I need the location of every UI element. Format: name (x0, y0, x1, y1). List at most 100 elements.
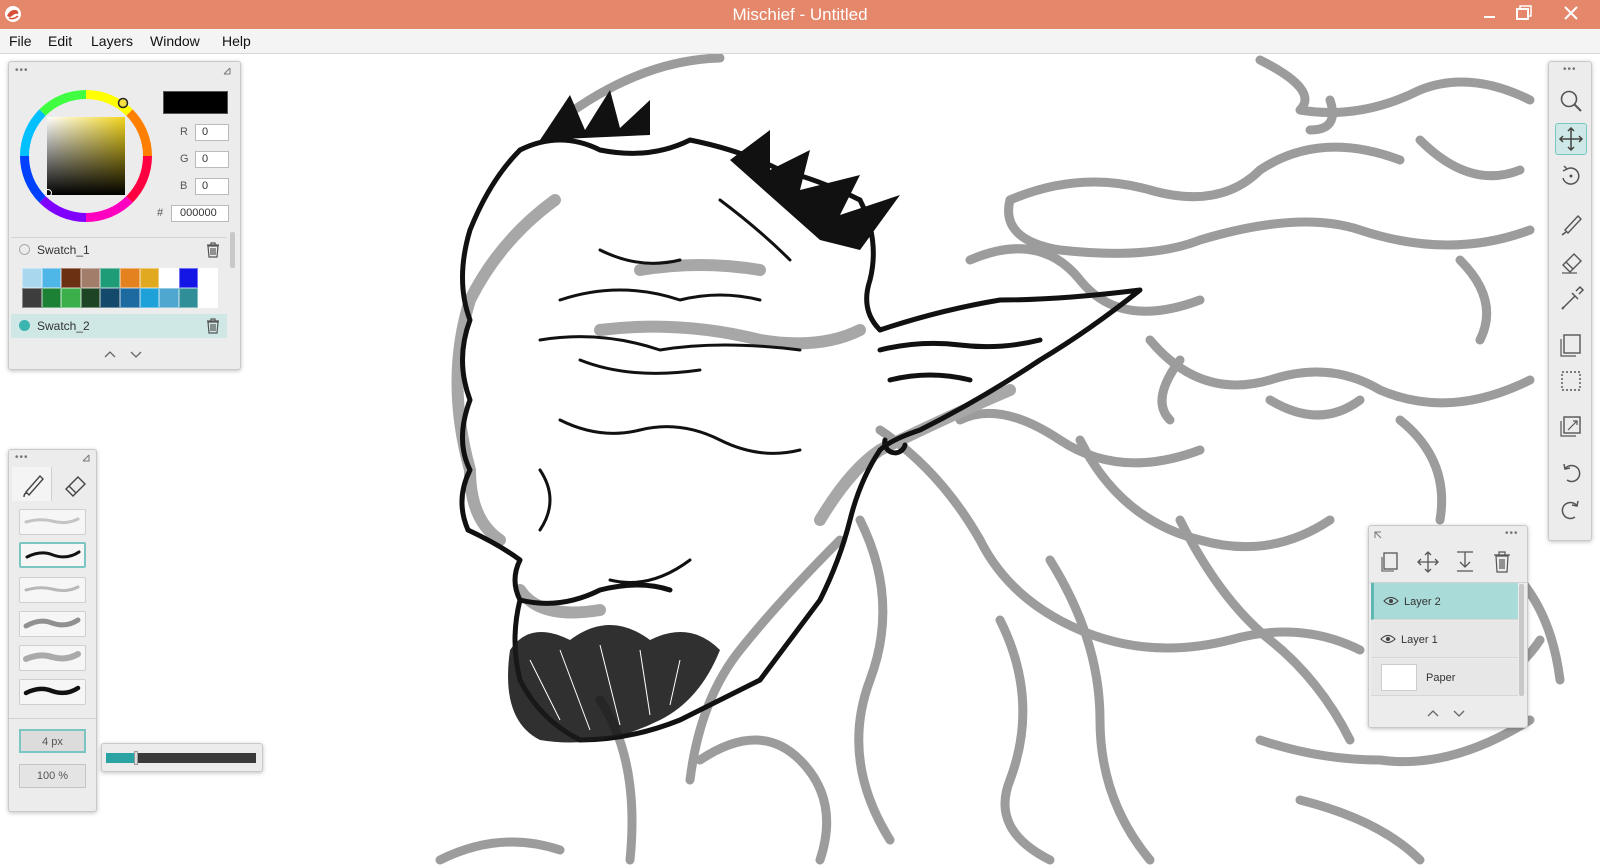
swatch-color[interactable] (22, 288, 42, 308)
eraser-icon (65, 476, 86, 497)
layer-row[interactable]: Layer 1 (1371, 621, 1518, 658)
tools-toolbar: ••• (1548, 61, 1592, 541)
swatch-color[interactable] (41, 288, 62, 308)
paper-layer-row[interactable]: Paper (1371, 659, 1518, 696)
close-icon (1564, 6, 1578, 20)
swatch-color[interactable] (41, 268, 62, 288)
layer-name: Layer 2 (1404, 596, 1441, 608)
panel-grip-icon[interactable]: ••• (1563, 65, 1577, 75)
eye-icon[interactable] (1383, 595, 1399, 607)
menu-edit[interactable]: Edit (48, 33, 72, 49)
swatch-set-row[interactable]: Swatch_2 (11, 314, 227, 338)
swatch-color[interactable] (80, 288, 101, 308)
swatch-color[interactable] (119, 268, 140, 288)
swatch-color[interactable] (159, 268, 179, 288)
panel-grip-icon[interactable]: ••• (15, 66, 29, 76)
brush-preset-chalk[interactable] (19, 645, 86, 671)
close-button[interactable] (1543, 0, 1600, 29)
eraser-tab[interactable] (54, 467, 94, 501)
swatch-color[interactable] (61, 288, 81, 308)
panel-grip-icon[interactable]: ••• (1505, 529, 1519, 539)
brush-preset-ink-dark[interactable] (19, 542, 86, 568)
hex-input[interactable]: 000000 (171, 205, 229, 222)
trash-icon[interactable] (205, 317, 221, 335)
redo-button[interactable] (1555, 494, 1587, 526)
swatch-color[interactable] (178, 288, 199, 308)
menu-bar: File Edit Layers Window Help (0, 29, 1600, 54)
brush-size-slider[interactable] (106, 751, 256, 765)
swatch-color[interactable] (100, 288, 120, 308)
brush-tab[interactable] (12, 467, 52, 501)
swatch-set-row[interactable]: Swatch_1 (11, 237, 227, 261)
scroll-arrows[interactable] (102, 347, 150, 361)
trash-icon[interactable] (205, 241, 221, 259)
swatch-color[interactable] (198, 288, 218, 308)
swatch-color[interactable] (100, 268, 120, 288)
panel-grip-icon[interactable]: ••• (15, 453, 29, 463)
eyedropper-tool-button[interactable] (1555, 282, 1587, 314)
brush-size-field[interactable]: 4 px (19, 729, 86, 753)
swatch-select-radio[interactable] (19, 320, 30, 331)
scroll-arrows[interactable] (1425, 706, 1473, 720)
swatch-color[interactable] (139, 288, 160, 308)
swatch-color[interactable] (198, 268, 218, 288)
current-color-preview[interactable] (163, 91, 228, 114)
brush-preset-airbrush[interactable] (19, 611, 86, 637)
eyedropper-icon (1561, 285, 1585, 310)
brush-preset-marker-bold[interactable] (19, 679, 86, 705)
new-layer-button[interactable] (1375, 548, 1405, 576)
panel-collapse-icon[interactable] (80, 452, 92, 464)
r-input[interactable]: 0 (195, 124, 229, 141)
brush-size-slider-thumb[interactable] (134, 751, 138, 765)
eraser-tool-button[interactable] (1555, 245, 1587, 277)
menu-file[interactable]: File (9, 33, 32, 49)
brush-preset-pencil-light[interactable] (19, 509, 86, 535)
layers-panel: ••• Layer 2 Layer 1 Paper (1368, 525, 1528, 728)
zoom-tool-button[interactable] (1555, 85, 1587, 117)
brush-preset-pencil-soft[interactable] (19, 577, 86, 603)
selection-tool-button[interactable] (1555, 365, 1587, 397)
merge-down-button[interactable] (1450, 548, 1480, 576)
menu-help[interactable]: Help (222, 33, 251, 49)
delete-layer-button[interactable] (1487, 548, 1517, 576)
swatch-color[interactable] (159, 288, 179, 308)
layers-scrollbar[interactable] (1519, 584, 1524, 696)
chevron-up-icon (104, 351, 116, 358)
undo-button[interactable] (1555, 457, 1587, 489)
mischief-app-window: Mischief - Untitled File Edit Layers Win… (0, 0, 1600, 868)
swatch-color[interactable] (119, 288, 140, 308)
swatch-scrollbar[interactable] (230, 232, 235, 268)
panel-collapse-icon[interactable] (221, 65, 233, 77)
eye-icon[interactable] (1380, 633, 1396, 645)
title-bar[interactable]: Mischief - Untitled (0, 0, 1600, 29)
panel-collapse-icon[interactable] (1372, 529, 1384, 541)
swatch-color[interactable] (178, 268, 199, 288)
move-layer-button[interactable] (1413, 548, 1443, 576)
brush-opacity-field[interactable]: 100 % (19, 764, 86, 788)
hex-label: # (157, 207, 164, 219)
menu-window[interactable]: Window (150, 33, 200, 49)
layer-row[interactable]: Layer 2 (1371, 583, 1518, 620)
new-canvas-button[interactable] (1555, 328, 1587, 360)
b-input[interactable]: 0 (195, 178, 229, 195)
brush-tool-button[interactable] (1555, 208, 1587, 240)
rotate-tool-button[interactable] (1555, 160, 1587, 192)
swatch-select-radio[interactable] (19, 244, 30, 255)
pan-tool-button[interactable] (1555, 123, 1587, 155)
swatch-set-name: Swatch_2 (37, 319, 90, 333)
g-label: G (180, 153, 189, 165)
color-panel: ••• R 0 G 0 B 0 # 000000 Swatch_1 Swatch… (8, 61, 241, 370)
chevron-down-icon (130, 351, 142, 358)
resize-canvas-button[interactable] (1555, 410, 1587, 442)
g-input[interactable]: 0 (195, 151, 229, 168)
maximize-button[interactable] (1500, 0, 1546, 29)
swatch-color[interactable] (61, 268, 81, 288)
swatch-color[interactable] (22, 268, 42, 288)
swatch-color[interactable] (139, 268, 160, 288)
redo-icon (1561, 500, 1579, 520)
menu-layers[interactable]: Layers (91, 33, 133, 49)
brush-icon (23, 474, 44, 498)
selection-icon (1561, 371, 1581, 391)
swatch-color[interactable] (80, 268, 101, 288)
color-wheel[interactable] (17, 87, 155, 225)
